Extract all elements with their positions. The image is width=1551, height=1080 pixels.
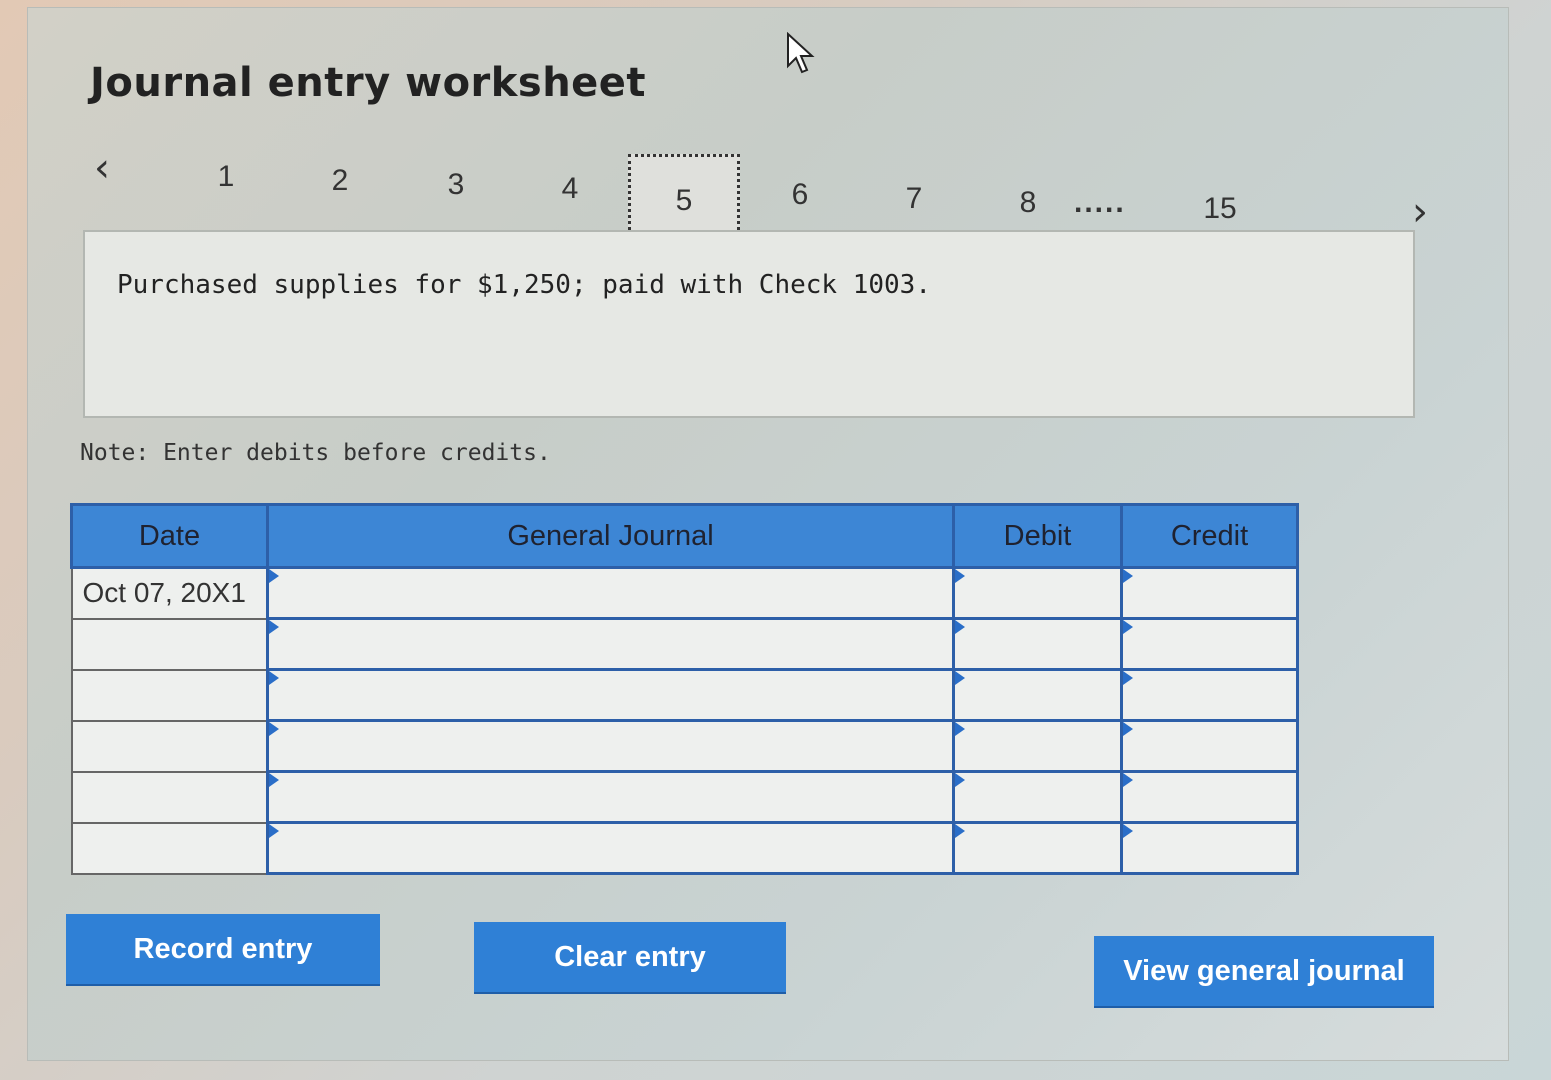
general-journal-header: General Journal bbox=[266, 503, 955, 569]
cell-marker-icon bbox=[955, 620, 965, 634]
record-entry-button[interactable]: Record entry bbox=[66, 914, 380, 984]
table-row: Oct 07, 20X1 bbox=[70, 566, 1299, 620]
account-cell[interactable] bbox=[266, 668, 955, 722]
clear-entry-button[interactable]: Clear entry bbox=[474, 922, 786, 992]
view-general-journal-button[interactable]: View general journal bbox=[1094, 936, 1434, 1006]
page-title: Journal entry worksheet bbox=[90, 60, 647, 106]
cell-marker-icon bbox=[1123, 722, 1133, 736]
date-cell[interactable] bbox=[70, 719, 269, 773]
account-cell[interactable] bbox=[266, 719, 955, 773]
debit-header: Debit bbox=[952, 503, 1123, 569]
table-row bbox=[70, 770, 1299, 824]
page-15[interactable]: 15 bbox=[1200, 192, 1240, 226]
page-7[interactable]: 7 bbox=[894, 182, 934, 216]
account-cell[interactable] bbox=[266, 566, 955, 620]
debit-cell[interactable] bbox=[952, 770, 1123, 824]
table-row bbox=[70, 668, 1299, 722]
next-page-icon[interactable]: › bbox=[1412, 192, 1428, 232]
cell-marker-icon bbox=[1123, 569, 1133, 583]
cell-marker-icon bbox=[955, 824, 965, 838]
credit-cell[interactable] bbox=[1120, 719, 1299, 773]
page-3[interactable]: 3 bbox=[436, 168, 476, 202]
page-5-active[interactable]: 5 bbox=[628, 154, 740, 242]
table-row bbox=[70, 821, 1299, 875]
table-row bbox=[70, 617, 1299, 671]
debit-cell[interactable] bbox=[952, 668, 1123, 722]
table-row bbox=[70, 719, 1299, 773]
cell-marker-icon bbox=[269, 671, 279, 685]
page-8[interactable]: 8 bbox=[1008, 186, 1048, 220]
credit-cell[interactable] bbox=[1120, 617, 1299, 671]
page-6[interactable]: 6 bbox=[780, 178, 820, 212]
page-2[interactable]: 2 bbox=[320, 164, 360, 198]
credit-header: Credit bbox=[1120, 503, 1299, 569]
cell-marker-icon bbox=[1123, 773, 1133, 787]
cell-marker-icon bbox=[1123, 620, 1133, 634]
credit-cell[interactable] bbox=[1120, 821, 1299, 875]
date-header: Date bbox=[70, 503, 269, 569]
cell-marker-icon bbox=[269, 620, 279, 634]
account-cell[interactable] bbox=[266, 770, 955, 824]
cell-marker-icon bbox=[955, 671, 965, 685]
debit-cell[interactable] bbox=[952, 821, 1123, 875]
transaction-description: Purchased supplies for $1,250; paid with… bbox=[117, 270, 931, 300]
date-cell[interactable]: Oct 07, 20X1 bbox=[70, 566, 269, 620]
cell-marker-icon bbox=[955, 773, 965, 787]
note-text: Note: Enter debits before credits. bbox=[80, 440, 551, 466]
account-cell[interactable] bbox=[266, 617, 955, 671]
mouse-cursor-icon bbox=[787, 32, 815, 74]
date-cell[interactable] bbox=[70, 821, 269, 875]
transaction-description-box: Purchased supplies for $1,250; paid with… bbox=[83, 230, 1415, 418]
page-1[interactable]: 1 bbox=[206, 160, 246, 194]
prev-page-icon[interactable]: ‹ bbox=[94, 148, 110, 188]
date-cell[interactable] bbox=[70, 770, 269, 824]
cell-marker-icon bbox=[955, 569, 965, 583]
cell-marker-icon bbox=[269, 773, 279, 787]
cell-marker-icon bbox=[1123, 671, 1133, 685]
debit-cell[interactable] bbox=[952, 566, 1123, 620]
table-header-row: Date General Journal Debit Credit bbox=[70, 503, 1299, 569]
cell-marker-icon bbox=[269, 722, 279, 736]
date-cell[interactable] bbox=[70, 617, 269, 671]
cell-marker-icon bbox=[269, 569, 279, 583]
credit-cell[interactable] bbox=[1120, 566, 1299, 620]
cell-marker-icon bbox=[1123, 824, 1133, 838]
debit-cell[interactable] bbox=[952, 617, 1123, 671]
account-cell[interactable] bbox=[266, 821, 955, 875]
credit-cell[interactable] bbox=[1120, 668, 1299, 722]
credit-cell[interactable] bbox=[1120, 770, 1299, 824]
debit-cell[interactable] bbox=[952, 719, 1123, 773]
journal-table: Date General Journal Debit Credit Oct 07… bbox=[70, 503, 1299, 875]
date-cell[interactable] bbox=[70, 668, 269, 722]
cell-marker-icon bbox=[269, 824, 279, 838]
worksheet-panel: Journal entry worksheet ‹ 1 2 3 4 5 6 7 … bbox=[28, 8, 1508, 1060]
cell-marker-icon bbox=[955, 722, 965, 736]
page-4[interactable]: 4 bbox=[550, 172, 590, 206]
pagination-ellipsis: ..... bbox=[1074, 186, 1126, 219]
